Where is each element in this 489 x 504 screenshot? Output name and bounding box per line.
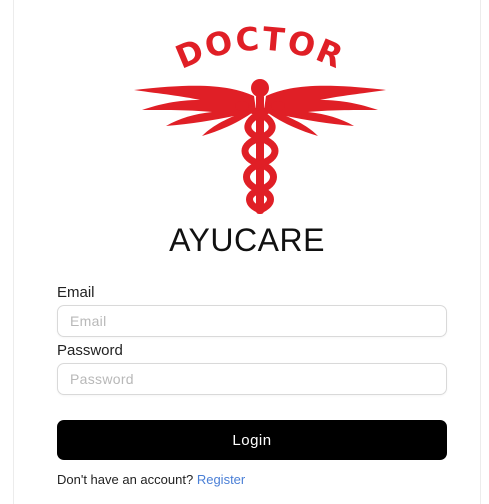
password-label: Password [57, 342, 123, 359]
logo-arc-text: DOCTOR [170, 20, 350, 77]
email-label: Email [57, 284, 95, 301]
brand-name: AYUCARE [169, 222, 325, 258]
doctor-logo: DOCTOR [134, 20, 386, 214]
register-prompt: Don't have an account? Register [57, 472, 245, 487]
register-prompt-text: Don't have an account? [57, 472, 194, 487]
caduceus-icon [134, 79, 386, 214]
login-card: DOCTOR AYUCARE Email Password Login Don'… [13, 0, 481, 504]
login-button[interactable]: Login [57, 420, 447, 460]
password-field[interactable] [57, 363, 447, 395]
register-link[interactable]: Register [197, 472, 245, 487]
email-field[interactable] [57, 305, 447, 337]
